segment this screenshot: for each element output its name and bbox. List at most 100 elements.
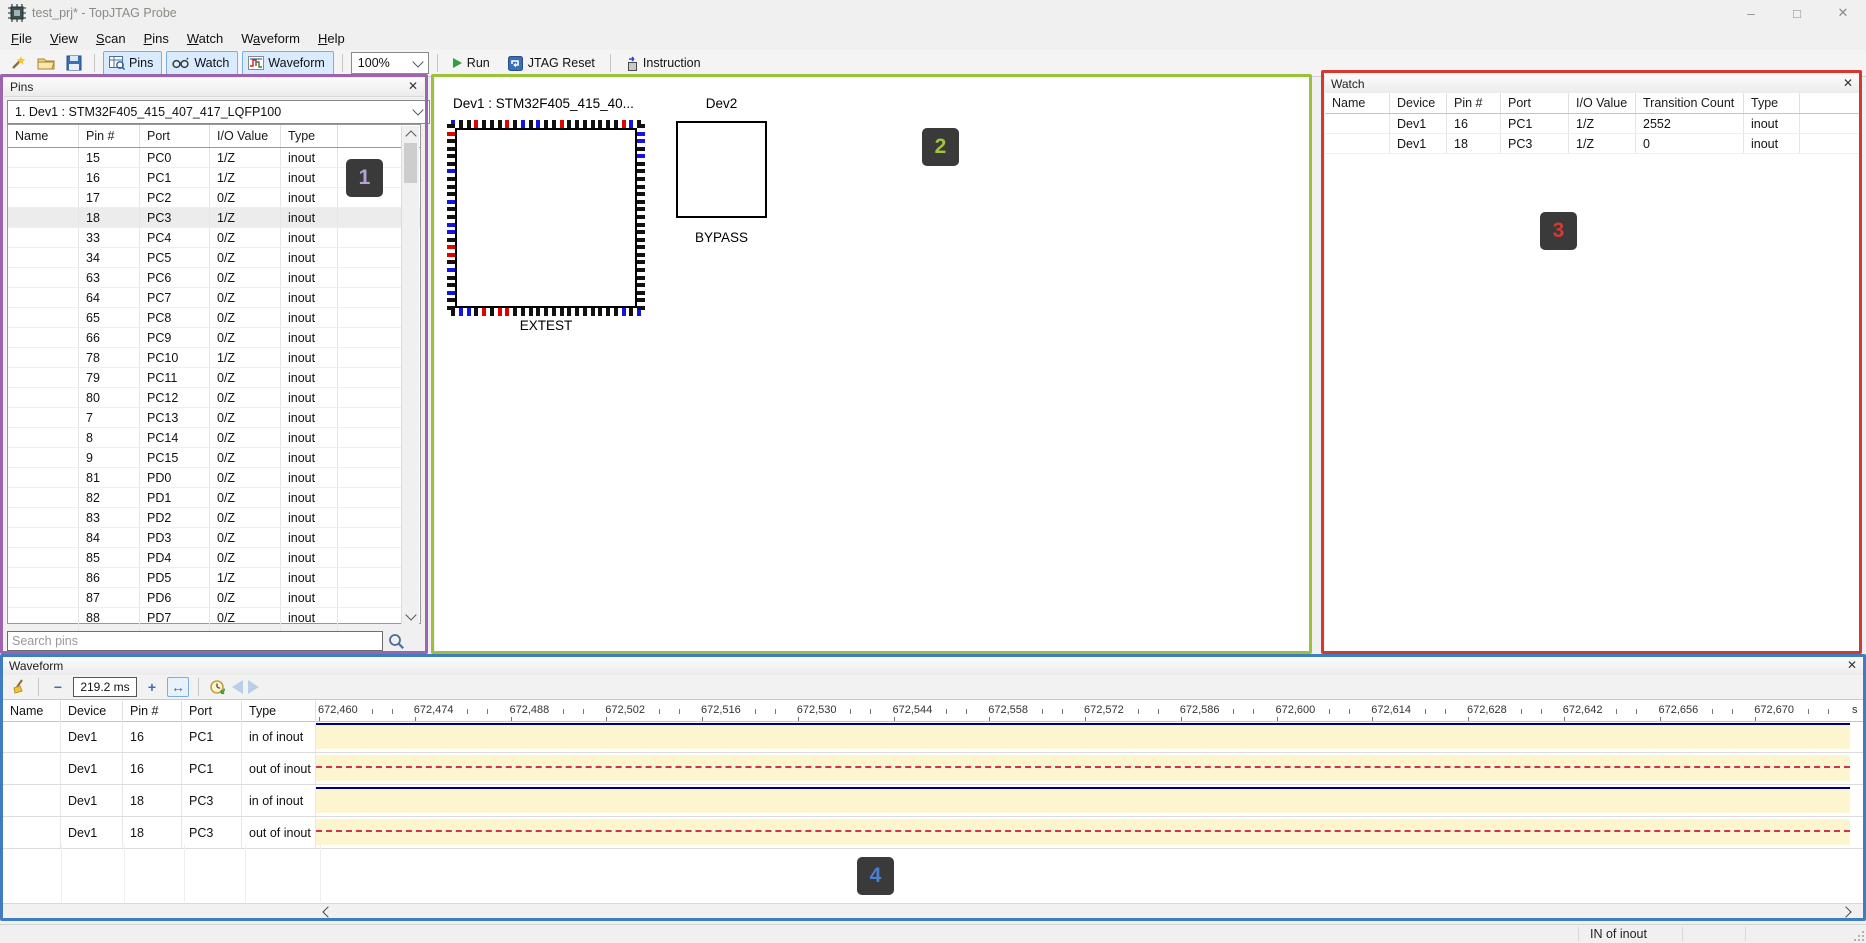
menu-item[interactable]: Help bbox=[309, 28, 354, 49]
menu-item[interactable]: Waveform bbox=[232, 28, 309, 49]
save-icon[interactable] bbox=[62, 52, 86, 74]
realtime-clock-icon[interactable] bbox=[208, 678, 227, 697]
table-row[interactable]: 18 PC3 1/Z inout bbox=[8, 208, 420, 228]
waveform-toggle-label: Waveform bbox=[268, 56, 325, 70]
go-previous-icon[interactable] bbox=[232, 680, 243, 694]
table-row[interactable]: 66 PC9 0/Z inout bbox=[8, 328, 420, 348]
zoom-select[interactable]: 100% bbox=[351, 52, 429, 74]
table-row[interactable]: 64 PC7 0/Z inout bbox=[8, 288, 420, 308]
column-header-io[interactable]: I/O Value bbox=[1569, 93, 1636, 113]
table-row[interactable]: 79 PC11 0/Z inout bbox=[8, 368, 420, 388]
column-header-port[interactable]: Port bbox=[140, 125, 210, 147]
scroll-right-icon[interactable] bbox=[1840, 906, 1851, 917]
table-row[interactable]: 65 PC8 0/Z inout bbox=[8, 308, 420, 328]
timeline-label: 672,642 bbox=[1563, 704, 1603, 716]
column-header-port[interactable]: Port bbox=[182, 701, 242, 721]
table-row[interactable]: 80 PC12 0/Z inout bbox=[8, 388, 420, 408]
table-row[interactable]: 81 PD0 0/Z inout bbox=[8, 468, 420, 488]
column-header-pin[interactable]: Pin # bbox=[123, 701, 182, 721]
table-row[interactable]: 87 PD6 0/Z inout bbox=[8, 588, 420, 608]
jtag-reset-button[interactable]: JTAG Reset bbox=[501, 52, 602, 74]
close-icon[interactable]: ✕ bbox=[1847, 658, 1857, 672]
time-interval-field[interactable]: 219.2 ms bbox=[73, 677, 137, 697]
column-header-transition-count[interactable]: Transition Count bbox=[1636, 93, 1744, 113]
open-project-icon[interactable] bbox=[34, 52, 58, 74]
waveform-row[interactable]: Dev1 16 PC1 out of inout bbox=[3, 753, 1863, 785]
waveform-row[interactable]: Dev1 18 PC3 in of inout bbox=[3, 785, 1863, 817]
chip-pin bbox=[637, 207, 645, 211]
resize-grip[interactable] bbox=[1854, 931, 1864, 941]
waveform-toggle-button[interactable]: Waveform bbox=[242, 51, 334, 75]
column-header-name[interactable]: Name bbox=[8, 125, 79, 147]
table-row[interactable]: 83 PD2 0/Z inout bbox=[8, 508, 420, 528]
zoom-in-button[interactable]: + bbox=[142, 678, 162, 696]
column-header-type[interactable]: Type bbox=[281, 125, 338, 147]
table-row[interactable]: Dev1 16 PC1 1/Z 2552 inout bbox=[1325, 114, 1859, 134]
toolbar-separator bbox=[342, 54, 343, 72]
search-icon[interactable] bbox=[388, 633, 405, 650]
chip-pin bbox=[637, 162, 645, 166]
fit-horizontal-button[interactable]: ↔ bbox=[167, 677, 189, 697]
column-header-type[interactable]: Type bbox=[242, 701, 316, 721]
go-next-icon[interactable] bbox=[248, 680, 259, 694]
chip-pin bbox=[474, 120, 478, 128]
column-header-pin[interactable]: Pin # bbox=[1447, 93, 1501, 113]
close-button[interactable]: ✕ bbox=[1820, 0, 1866, 26]
column-header-type[interactable]: Type bbox=[1744, 93, 1800, 113]
dev1-chip[interactable] bbox=[455, 128, 637, 308]
menu-item[interactable]: File bbox=[2, 28, 41, 49]
pins-toggle-button[interactable]: Pins bbox=[103, 51, 162, 75]
device-selector[interactable]: 1. Dev1 : STM32F405_415_407_417_LQFP100 bbox=[7, 100, 430, 124]
menu-item[interactable]: Pins bbox=[135, 28, 178, 49]
minimize-button[interactable]: – bbox=[1728, 0, 1774, 26]
run-button[interactable]: Run bbox=[446, 52, 497, 74]
clear-waveform-icon[interactable] bbox=[11, 678, 29, 696]
menu-item[interactable]: View bbox=[41, 28, 87, 49]
table-row[interactable]: 33 PC4 0/Z inout bbox=[8, 228, 420, 248]
timeline-label: 672,474 bbox=[414, 704, 454, 716]
close-icon[interactable]: ✕ bbox=[408, 79, 418, 93]
chip-pin bbox=[637, 132, 645, 136]
dev2-chip[interactable] bbox=[676, 121, 767, 218]
table-row[interactable]: 84 PD3 0/Z inout bbox=[8, 528, 420, 548]
table-row[interactable]: 7 PC13 0/Z inout bbox=[8, 408, 420, 428]
scroll-up-icon[interactable] bbox=[402, 126, 419, 142]
table-row[interactable]: 34 PC5 0/Z inout bbox=[8, 248, 420, 268]
chip-pin bbox=[447, 276, 455, 280]
table-row[interactable]: 78 PC10 1/Z inout bbox=[8, 348, 420, 368]
maximize-button[interactable]: □ bbox=[1774, 0, 1820, 26]
table-row[interactable]: 63 PC6 0/Z inout bbox=[8, 268, 420, 288]
table-row[interactable]: 88 PD7 0/Z inout bbox=[8, 608, 420, 628]
column-header-device[interactable]: Device bbox=[61, 701, 123, 721]
chip-pin bbox=[482, 308, 486, 316]
column-header-name[interactable]: Name bbox=[1325, 93, 1390, 113]
chip-pin bbox=[447, 139, 455, 143]
table-row[interactable]: 86 PD5 1/Z inout bbox=[8, 568, 420, 588]
column-header-port[interactable]: Port bbox=[1501, 93, 1569, 113]
watch-toggle-button[interactable]: Watch bbox=[166, 51, 238, 75]
column-header-io[interactable]: I/O Value bbox=[210, 125, 281, 147]
vertical-scrollbar[interactable] bbox=[401, 126, 419, 624]
table-row[interactable]: 85 PD4 0/Z inout bbox=[8, 548, 420, 568]
column-header-name[interactable]: Name bbox=[3, 701, 61, 721]
scroll-left-icon[interactable] bbox=[322, 906, 333, 917]
scroll-down-icon[interactable] bbox=[402, 608, 419, 624]
close-icon[interactable]: ✕ bbox=[1843, 76, 1853, 90]
horizontal-scrollbar[interactable] bbox=[3, 903, 1863, 919]
scrollbar-thumb[interactable] bbox=[404, 143, 417, 183]
table-row[interactable]: Dev1 18 PC3 1/Z 0 inout bbox=[1325, 134, 1859, 154]
table-row[interactable]: 82 PD1 0/Z inout bbox=[8, 488, 420, 508]
wand-icon[interactable] bbox=[6, 52, 30, 74]
menu-item[interactable]: Watch bbox=[178, 28, 232, 49]
table-row[interactable]: 9 PC15 0/Z inout bbox=[8, 448, 420, 468]
column-header-pin[interactable]: Pin # bbox=[79, 125, 140, 147]
search-input[interactable] bbox=[7, 631, 383, 651]
chip-pin bbox=[447, 283, 455, 287]
waveform-row[interactable]: Dev1 16 PC1 in of inout bbox=[3, 721, 1863, 753]
menu-item[interactable]: Scan bbox=[87, 28, 135, 49]
zoom-out-button[interactable]: − bbox=[48, 678, 68, 696]
instruction-button[interactable]: Instruction bbox=[619, 52, 708, 74]
table-row[interactable]: 8 PC14 0/Z inout bbox=[8, 428, 420, 448]
chip-pin bbox=[447, 306, 455, 310]
column-header-device[interactable]: Device bbox=[1390, 93, 1447, 113]
